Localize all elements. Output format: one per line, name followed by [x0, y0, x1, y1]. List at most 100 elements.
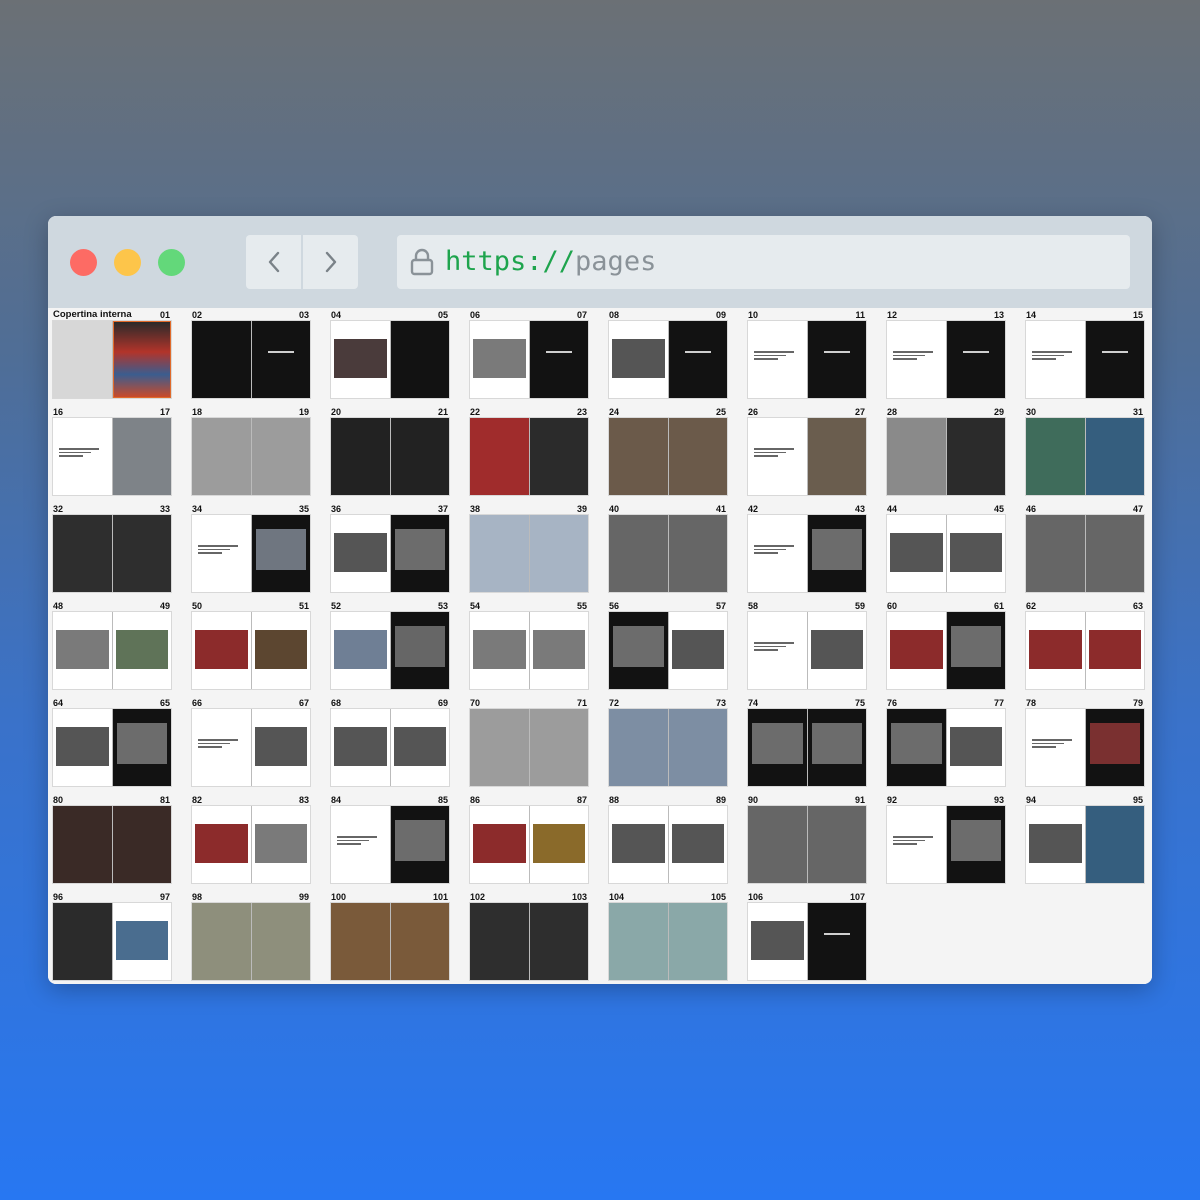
page-preview: [53, 321, 112, 398]
spread-thumbnail[interactable]: 30 31: [1021, 405, 1144, 497]
spread-thumbnail[interactable]: 24 25: [604, 405, 727, 497]
spread-thumbnail[interactable]: 46 47: [1021, 502, 1144, 594]
page-preview: [945, 515, 1005, 592]
page-spread: [192, 612, 310, 689]
title-block: [267, 351, 294, 355]
spread-thumbnail[interactable]: 10 11: [743, 308, 866, 400]
spread-thumbnail[interactable]: 18 19: [187, 405, 310, 497]
spread-thumbnail[interactable]: 52 53: [326, 599, 449, 691]
spread-thumbnail[interactable]: 02 03: [187, 308, 310, 400]
spread-thumbnail[interactable]: 48 49: [48, 599, 171, 691]
close-window-button[interactable]: [70, 249, 97, 276]
spread-thumbnail[interactable]: 80 81: [48, 793, 171, 885]
page-number-right: 21: [437, 407, 448, 417]
spread-thumbnail[interactable]: 36 37: [326, 502, 449, 594]
spread-thumbnail[interactable]: 38 39: [465, 502, 588, 594]
spread-thumbnail[interactable]: 16 17: [48, 405, 171, 497]
spread-thumbnail[interactable]: 102 103: [465, 890, 588, 982]
spread-thumbnail[interactable]: 90 91: [743, 793, 866, 885]
page-spread: [192, 418, 310, 495]
spread-thumbnail[interactable]: 72 73: [604, 696, 727, 788]
page-number-right: 39: [576, 504, 587, 514]
spread-thumbnail[interactable]: 82 83: [187, 793, 310, 885]
page-spread: [470, 709, 588, 786]
photo-placeholder: [950, 626, 1001, 667]
spread-thumbnail[interactable]: 34 35: [187, 502, 310, 594]
spread-thumbnail[interactable]: 44 45: [882, 502, 1005, 594]
spread-thumbnail[interactable]: 106 107: [743, 890, 866, 982]
spread-thumbnail[interactable]: 68 69: [326, 696, 449, 788]
photo-placeholder: [1029, 824, 1082, 863]
spread-thumbnail[interactable]: 66 67: [187, 696, 310, 788]
spread-thumbnail[interactable]: 70 71: [465, 696, 588, 788]
page-number-right: 69: [437, 698, 448, 708]
spread-thumbnail[interactable]: 98 99: [187, 890, 310, 982]
spread-thumbnail[interactable]: 104 105: [604, 890, 727, 982]
page-preview: [528, 612, 588, 689]
photo-placeholder: [950, 820, 1001, 861]
page-preview: [250, 806, 310, 883]
spread-thumbnail[interactable]: 76 77: [882, 696, 1005, 788]
spread-thumbnail[interactable]: 40 41: [604, 502, 727, 594]
page-spread: [331, 515, 449, 592]
minimize-window-button[interactable]: [114, 249, 141, 276]
page-preview: [667, 612, 727, 689]
spread-thumbnail[interactable]: 96 97: [48, 890, 171, 982]
page-spread: [53, 321, 171, 398]
spread-thumbnail[interactable]: 84 85: [326, 793, 449, 885]
spread-thumbnail[interactable]: 32 33: [48, 502, 171, 594]
page-number-right: 99: [298, 892, 309, 902]
spread-thumbnail[interactable]: 08 09: [604, 308, 727, 400]
spread-thumbnail[interactable]: 04 05: [326, 308, 449, 400]
spread-thumbnail[interactable]: 64 65: [48, 696, 171, 788]
page-preview: [1026, 515, 1085, 592]
spread-thumbnail[interactable]: 92 93: [882, 793, 1005, 885]
page-spread: [609, 903, 727, 980]
spread-thumbnail[interactable]: 78 79: [1021, 696, 1144, 788]
spread-thumbnail[interactable]: 62 63: [1021, 599, 1144, 691]
page-preview: [470, 418, 529, 495]
photo-placeholder: [752, 723, 803, 764]
spread-thumbnail[interactable]: 06 07: [465, 308, 588, 400]
page-preview: [806, 612, 866, 689]
page-preview: [1084, 418, 1144, 495]
spread-thumbnail[interactable]: 86 87: [465, 793, 588, 885]
spread-thumbnail[interactable]: 50 51: [187, 599, 310, 691]
page-spread: [192, 321, 310, 398]
spread-thumbnail[interactable]: 12 13: [882, 308, 1005, 400]
spread-thumbnail[interactable]: Copertina interna 01: [48, 308, 171, 400]
spread-thumbnail[interactable]: 14 15: [1021, 308, 1144, 400]
forward-button[interactable]: [303, 235, 358, 289]
spread-thumbnail[interactable]: 54 55: [465, 599, 588, 691]
page-number-right: 09: [715, 310, 726, 320]
page-number-right: 107: [849, 892, 865, 902]
page-spread: [748, 321, 866, 398]
page-preview: [111, 515, 171, 592]
spread-thumbnail[interactable]: 58 59: [743, 599, 866, 691]
spread-thumbnail[interactable]: 22 23: [465, 405, 588, 497]
address-bar[interactable]: https://pages: [397, 235, 1130, 289]
spread-thumbnail[interactable]: 74 75: [743, 696, 866, 788]
page-number-right: 57: [715, 601, 726, 611]
page-number-right: 63: [1132, 601, 1143, 611]
spread-thumbnail[interactable]: 56 57: [604, 599, 727, 691]
page-preview: [250, 903, 310, 980]
maximize-window-button[interactable]: [158, 249, 185, 276]
page-number-left: 30: [1026, 407, 1037, 417]
page-number-left: 74: [748, 698, 759, 708]
spread-thumbnail[interactable]: 42 43: [743, 502, 866, 594]
spread-thumbnail[interactable]: 26 27: [743, 405, 866, 497]
page-spread: [609, 515, 727, 592]
page-spread: [748, 806, 866, 883]
back-button[interactable]: [246, 235, 301, 289]
spread-thumbnail[interactable]: 60 61: [882, 599, 1005, 691]
spread-thumbnail[interactable]: 20 21: [326, 405, 449, 497]
spread-thumbnail[interactable]: 28 29: [882, 405, 1005, 497]
spread-thumbnail[interactable]: 94 95: [1021, 793, 1144, 885]
spread-thumbnail[interactable]: 100 101: [326, 890, 449, 982]
photo-placeholder: [671, 824, 724, 863]
title-block: [684, 351, 711, 355]
spread-thumbnail[interactable]: 88 89: [604, 793, 727, 885]
page-spread: [609, 418, 727, 495]
page-preview: [331, 903, 390, 980]
